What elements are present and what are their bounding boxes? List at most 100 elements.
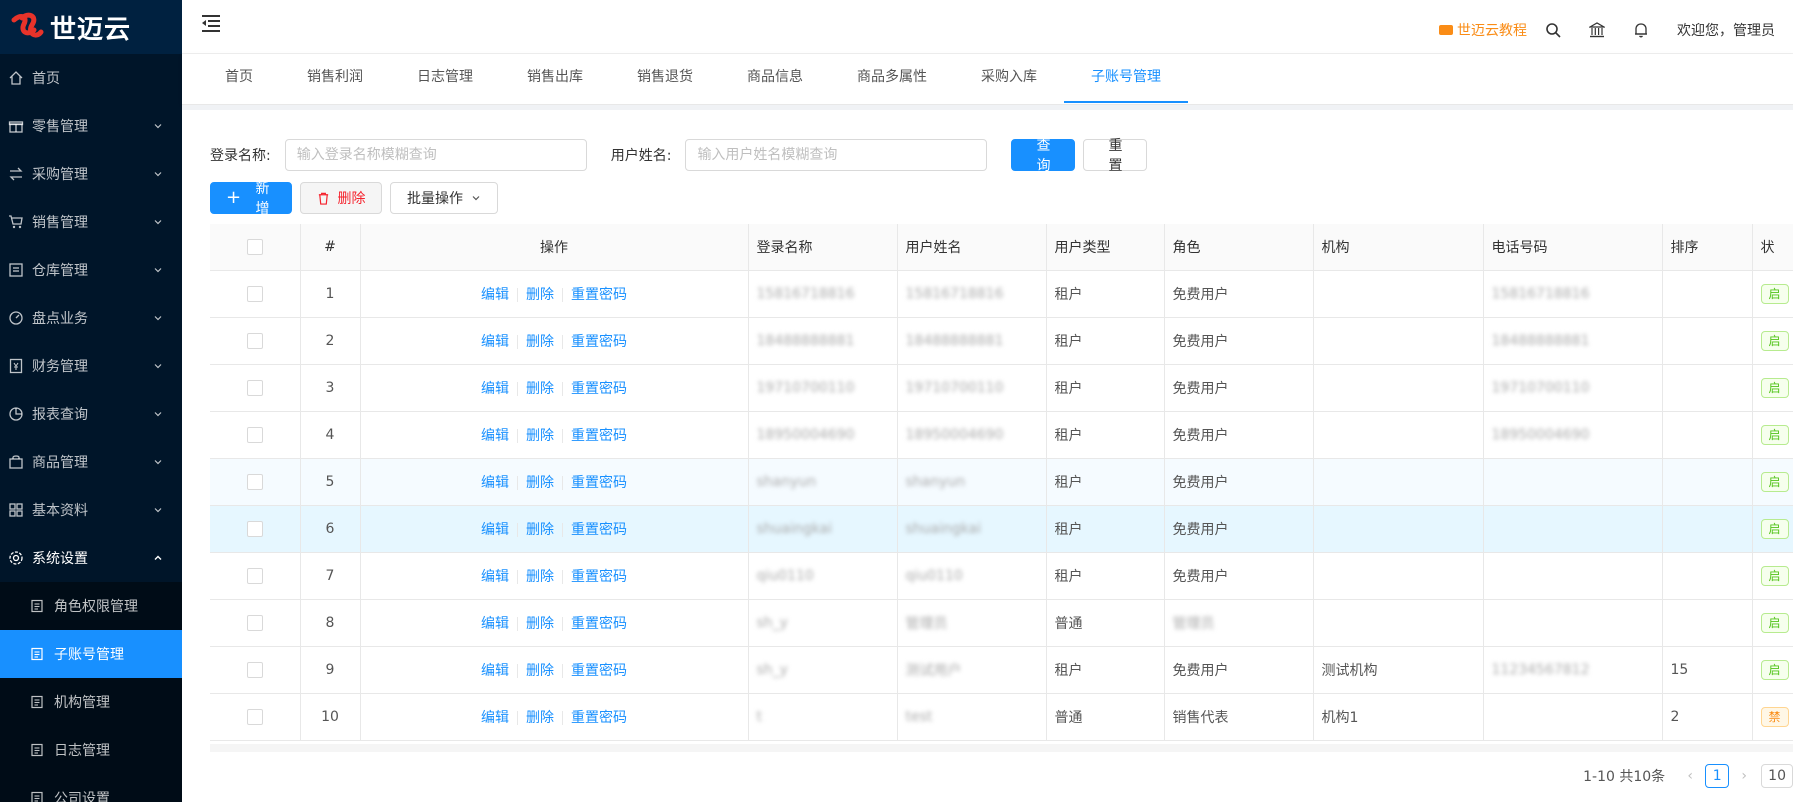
reset-password-link[interactable]: 重置密码 bbox=[571, 475, 627, 491]
table-row[interactable]: 5 编辑 删除 重置密码 shanyun shanyun 租户 免费用户 启 bbox=[210, 458, 1793, 506]
delete-link[interactable]: 删除 bbox=[526, 710, 554, 726]
table-row[interactable]: 7 编辑 删除 重置密码 qiu0110 qiu0110 租户 免费用户 启 bbox=[210, 552, 1793, 600]
sidebar-item-1[interactable]: 零售管理 bbox=[0, 102, 182, 150]
row-select-cell[interactable] bbox=[210, 411, 301, 459]
reset-password-link[interactable]: 重置密码 bbox=[571, 663, 627, 679]
add-button[interactable]: + 新增 bbox=[210, 181, 292, 217]
sidebar-subitem-1[interactable]: 子账号管理 bbox=[0, 630, 182, 678]
row-select-cell[interactable] bbox=[210, 552, 301, 600]
edit-link[interactable]: 编辑 bbox=[481, 616, 509, 632]
delete-link[interactable]: 删除 bbox=[526, 287, 554, 303]
row-checkbox[interactable] bbox=[246, 426, 263, 443]
tab-7[interactable]: 采购入库 bbox=[954, 54, 1064, 105]
table-row[interactable]: 6 编辑 删除 重置密码 shuaingkai shuaingkai 租户 免费用户 启 bbox=[210, 505, 1793, 553]
row-select-cell[interactable] bbox=[210, 364, 301, 412]
row-select-cell[interactable] bbox=[210, 270, 301, 318]
row-checkbox[interactable] bbox=[246, 285, 263, 302]
login-name-input[interactable] bbox=[284, 139, 587, 171]
sidebar-item-0[interactable]: 首页 bbox=[0, 54, 182, 102]
table-row[interactable]: 3 编辑 删除 重置密码 19710700110 19710700110 租户 免费用户 197… bbox=[210, 364, 1793, 412]
sidebar-item-8[interactable]: 商品管理 bbox=[0, 438, 182, 486]
edit-link[interactable]: 编辑 bbox=[481, 710, 509, 726]
sidebar-item-3[interactable]: 销售管理 bbox=[0, 198, 182, 246]
table-row[interactable]: 2 编辑 删除 重置密码 18488888881 18488888881 租户 免费用户 184… bbox=[210, 317, 1793, 365]
row-select-cell[interactable] bbox=[210, 458, 301, 506]
tab-2[interactable]: 日志管理 bbox=[390, 54, 500, 105]
reset-password-link[interactable]: 重置密码 bbox=[571, 428, 627, 444]
tab-5[interactable]: 商品信息 bbox=[720, 54, 830, 105]
row-select-cell[interactable] bbox=[210, 693, 301, 741]
search-icon[interactable] bbox=[1545, 22, 1561, 38]
menu-fold-icon[interactable] bbox=[200, 12, 222, 34]
tab-0[interactable]: 首页 bbox=[198, 54, 280, 105]
table-row[interactable]: 1 编辑 删除 重置密码 15816718816 15816718816 租户 免费用户 158… bbox=[210, 270, 1793, 318]
header-select-all[interactable] bbox=[210, 224, 301, 271]
delete-link[interactable]: 删除 bbox=[526, 475, 554, 491]
edit-link[interactable]: 编辑 bbox=[481, 287, 509, 303]
reset-password-link[interactable]: 重置密码 bbox=[571, 334, 627, 350]
table-row[interactable]: 10 编辑 删除 重置密码 t test 普通 销售代表 机构1 2 禁 bbox=[210, 693, 1793, 741]
delete-link[interactable]: 删除 bbox=[526, 381, 554, 397]
sidebar-item-5[interactable]: 盘点业务 bbox=[0, 294, 182, 342]
row-checkbox[interactable] bbox=[246, 614, 263, 631]
next-page-icon[interactable]: › bbox=[1733, 768, 1755, 784]
tab-6[interactable]: 商品多属性 bbox=[830, 54, 954, 105]
reset-password-link[interactable]: 重置密码 bbox=[571, 569, 627, 585]
sidebar-item-4[interactable]: 仓库管理 bbox=[0, 246, 182, 294]
tab-8[interactable]: 子账号管理 bbox=[1064, 54, 1188, 105]
edit-link[interactable]: 编辑 bbox=[481, 428, 509, 444]
bank-icon[interactable] bbox=[1589, 22, 1605, 38]
delete-link[interactable]: 删除 bbox=[526, 663, 554, 679]
tab-3[interactable]: 销售出库 bbox=[500, 54, 610, 105]
page-size-select[interactable]: 10 bbox=[1761, 764, 1793, 788]
sidebar-subitem-3[interactable]: 日志管理 bbox=[0, 726, 182, 774]
query-button[interactable]: 查 询 bbox=[1011, 138, 1076, 174]
reset-password-link[interactable]: 重置密码 bbox=[571, 616, 627, 632]
logo[interactable]: 世迈云 bbox=[0, 0, 182, 54]
reset-password-link[interactable]: 重置密码 bbox=[571, 710, 627, 726]
edit-link[interactable]: 编辑 bbox=[481, 663, 509, 679]
row-checkbox[interactable] bbox=[246, 379, 263, 396]
delete-link[interactable]: 删除 bbox=[526, 428, 554, 444]
bell-icon[interactable] bbox=[1633, 22, 1649, 38]
sidebar-item-2[interactable]: 采购管理 bbox=[0, 150, 182, 198]
delete-link[interactable]: 删除 bbox=[526, 334, 554, 350]
row-checkbox[interactable] bbox=[246, 332, 263, 349]
table-row[interactable]: 8 编辑 删除 重置密码 sh_y 管理员 普通 管理员 启 bbox=[210, 599, 1793, 647]
sidebar-item-6[interactable]: 财务管理 bbox=[0, 342, 182, 390]
row-select-cell[interactable] bbox=[210, 317, 301, 365]
reset-button[interactable]: 重 置 bbox=[1083, 138, 1148, 174]
edit-link[interactable]: 编辑 bbox=[481, 381, 509, 397]
sidebar-item-9[interactable]: 基本资料 bbox=[0, 486, 182, 534]
batch-actions-dropdown[interactable]: 批量操作 bbox=[390, 182, 498, 214]
edit-link[interactable]: 编辑 bbox=[481, 334, 509, 350]
delete-link[interactable]: 删除 bbox=[526, 616, 554, 632]
delete-button[interactable]: 删除 bbox=[300, 182, 382, 214]
row-select-cell[interactable] bbox=[210, 505, 301, 553]
tutorial-link[interactable]: 世迈云教程 bbox=[1439, 20, 1527, 40]
horizontal-scrollbar[interactable] bbox=[210, 744, 1793, 752]
sidebar-subitem-4[interactable]: 公司设置 bbox=[0, 774, 182, 802]
row-checkbox[interactable] bbox=[246, 567, 263, 584]
row-checkbox[interactable] bbox=[246, 708, 263, 725]
reset-password-link[interactable]: 重置密码 bbox=[571, 287, 627, 303]
reset-password-link[interactable]: 重置密码 bbox=[571, 381, 627, 397]
row-select-cell[interactable] bbox=[210, 599, 301, 647]
row-select-cell[interactable] bbox=[210, 646, 301, 694]
edit-link[interactable]: 编辑 bbox=[481, 522, 509, 538]
user-name-input[interactable] bbox=[685, 139, 988, 171]
tab-4[interactable]: 销售退货 bbox=[610, 54, 720, 105]
reset-password-link[interactable]: 重置密码 bbox=[571, 522, 627, 538]
sidebar-subitem-0[interactable]: 角色权限管理 bbox=[0, 582, 182, 630]
table-row[interactable]: 9 编辑 删除 重置密码 sh_y 测试用户 租户 免费用户 测试机构 11234567812 15… bbox=[210, 646, 1793, 694]
delete-link[interactable]: 删除 bbox=[526, 522, 554, 538]
sidebar-item-7[interactable]: 报表查询 bbox=[0, 390, 182, 438]
table-row[interactable]: 4 编辑 删除 重置密码 18950004690 18950004690 租户 免费用户 189… bbox=[210, 411, 1793, 459]
row-checkbox[interactable] bbox=[246, 520, 263, 537]
select-all-checkbox[interactable] bbox=[246, 238, 263, 255]
sidebar-subitem-2[interactable]: 机构管理 bbox=[0, 678, 182, 726]
row-checkbox[interactable] bbox=[246, 473, 263, 490]
prev-page-icon[interactable]: ‹ bbox=[1679, 768, 1701, 784]
edit-link[interactable]: 编辑 bbox=[481, 475, 509, 491]
sidebar-item-10[interactable]: 系统设置 bbox=[0, 534, 182, 582]
